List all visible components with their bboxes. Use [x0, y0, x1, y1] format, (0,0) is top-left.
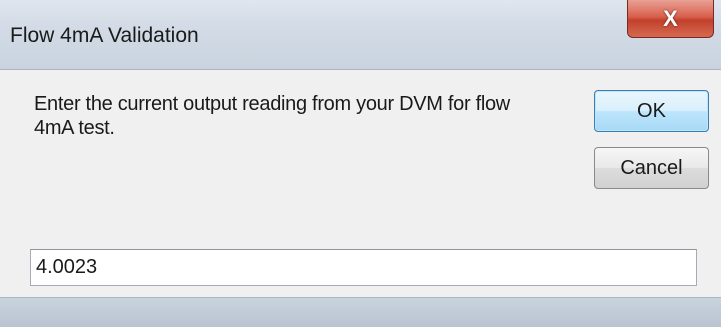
close-icon: X — [663, 5, 678, 31]
close-button[interactable]: X — [627, 0, 714, 38]
dialog-window: Flow 4mA Validation X Enter the current … — [0, 0, 721, 327]
reading-input[interactable] — [30, 249, 697, 286]
dialog-body: Enter the current output reading from yo… — [0, 70, 721, 297]
window-bottom-frame — [0, 297, 721, 327]
window-title: Flow 4mA Validation — [10, 24, 199, 47]
ok-button[interactable]: OK — [594, 90, 709, 132]
cancel-button[interactable]: Cancel — [594, 147, 709, 189]
title-bar[interactable]: Flow 4mA Validation X — [0, 0, 721, 70]
prompt-label: Enter the current output reading from yo… — [34, 93, 510, 139]
